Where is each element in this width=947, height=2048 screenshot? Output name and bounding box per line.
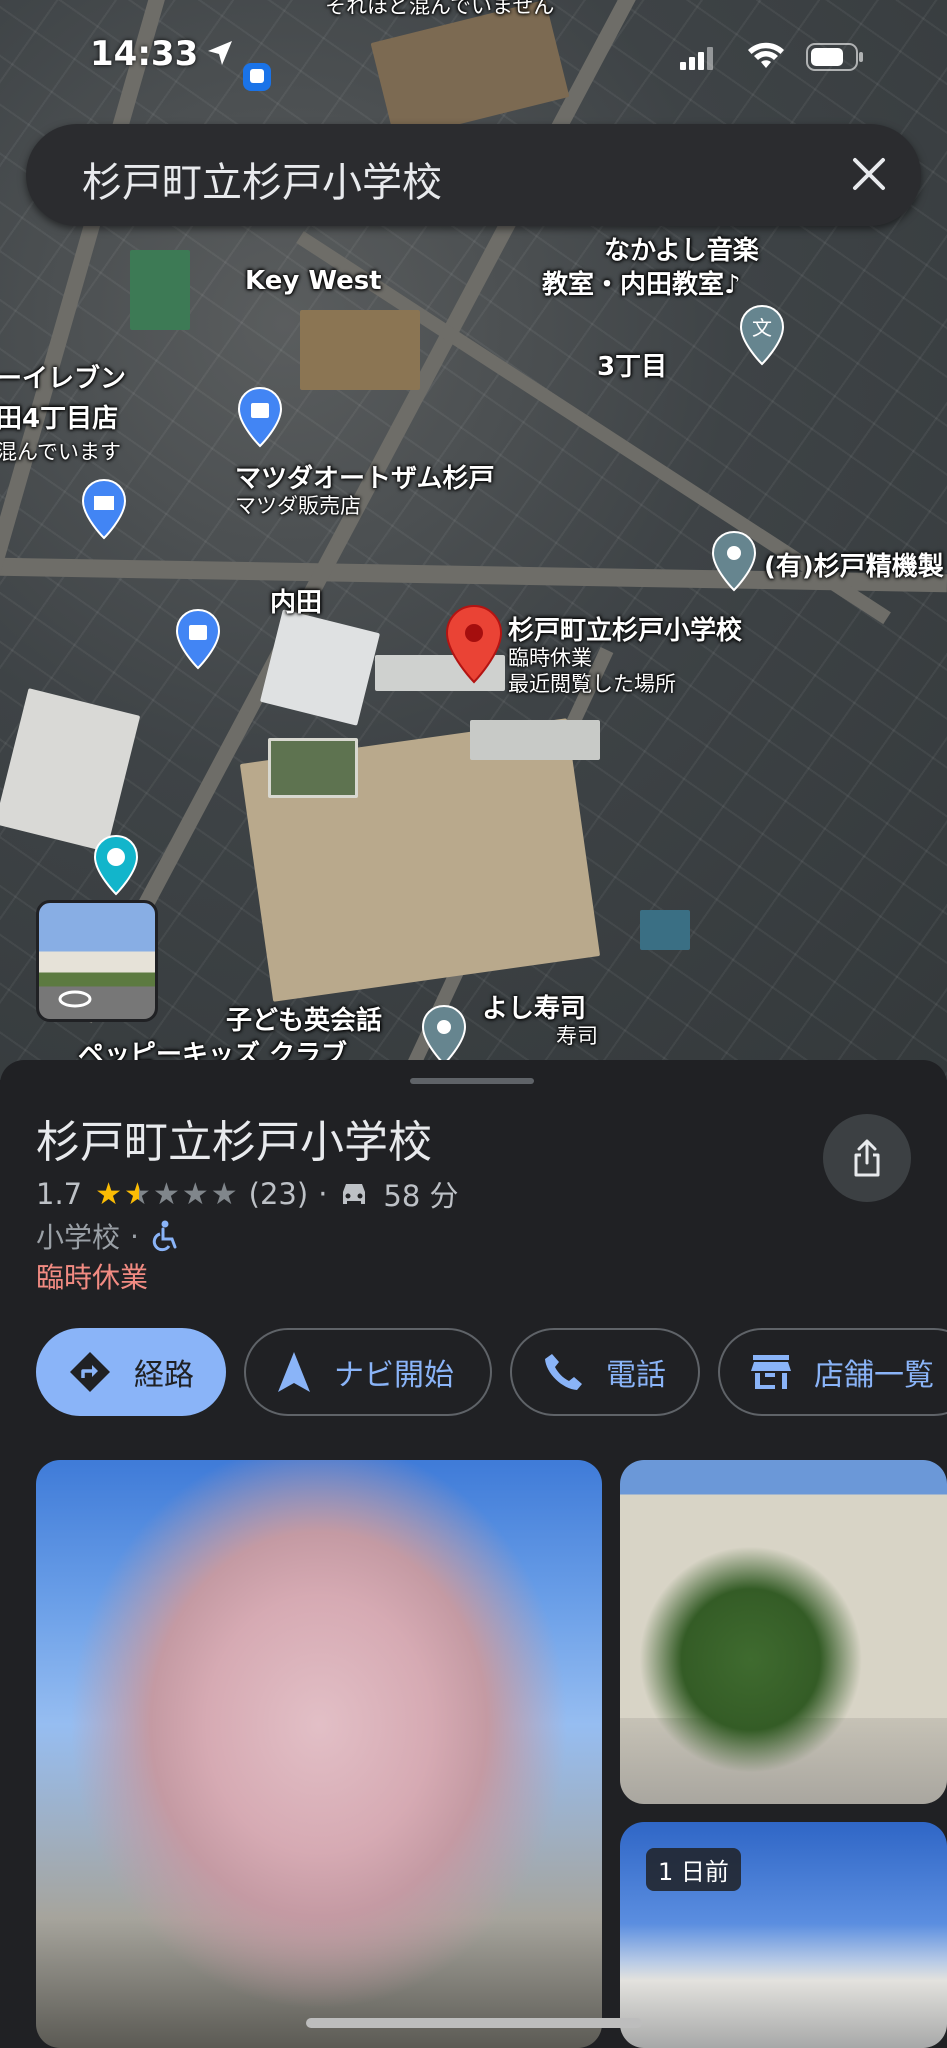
street-view-thumbnail[interactable]: [36, 900, 158, 1022]
separator-dot: ·: [318, 1177, 328, 1211]
selected-place-red-pin-icon[interactable]: [444, 604, 504, 684]
place-category: 小学校: [36, 1221, 121, 1254]
star-full-icon: ★: [95, 1176, 123, 1212]
call-button[interactable]: 電話: [510, 1328, 700, 1416]
map-label-seven-crowd: 混んでいます: [0, 440, 121, 464]
map-label-3chome: 3丁目: [597, 352, 668, 382]
map-label-music-school-line2[interactable]: 教室・内田教室♪: [542, 264, 741, 301]
shopping-pin-icon[interactable]: [174, 608, 222, 670]
photo-cherry-blossom-tree[interactable]: [36, 1460, 602, 2048]
phone-icon: [545, 1354, 582, 1390]
map-label-sushi-category: 寿司: [556, 1024, 598, 1048]
separator-dot: ·: [130, 1219, 139, 1253]
location-arrow-icon: [208, 41, 232, 65]
start-navigation-label: ナビ開始: [334, 1358, 454, 1393]
storefront-icon: [751, 1355, 791, 1389]
photo-school-building[interactable]: [620, 1460, 947, 1804]
map-label-kids-line1[interactable]: 子ども英会話: [226, 1000, 382, 1037]
search-query[interactable]: 杉戸町立杉戸小学校: [82, 150, 442, 208]
wifi-icon: [748, 42, 784, 68]
map-label-uchida: 内田: [270, 588, 323, 618]
status-time: 14:33: [90, 34, 199, 74]
place-details-sheet[interactable]: 杉戸町立杉戸小学校 1.7 ★ ★ ★ ★ ★ (23) · 58 分 小学校 …: [0, 1060, 947, 2048]
star-rating: ★ ★ ★ ★ ★: [94, 1177, 239, 1212]
store-list-label: 店舗一覧: [814, 1358, 934, 1393]
sheet-drag-handle[interactable]: [410, 1078, 534, 1084]
photo-street-view[interactable]: 1 日前: [620, 1822, 947, 2048]
place-title: 杉戸町立杉戸小学校: [36, 1117, 432, 1168]
art-pin-icon[interactable]: [92, 834, 140, 896]
bus-stop-icon: [243, 63, 271, 91]
status-bar: 14:33: [0, 0, 947, 110]
map-label-key-west[interactable]: Key West: [245, 266, 382, 296]
cellular-signal-icon: [680, 47, 713, 70]
rating-value: 1.7: [36, 1177, 83, 1211]
car-icon: [343, 1184, 366, 1204]
360-rotate-icon: [58, 990, 92, 1008]
call-label: 電話: [606, 1358, 666, 1393]
directions-button[interactable]: 経路: [36, 1328, 226, 1416]
business-pin-icon[interactable]: [710, 530, 758, 592]
map-label-matsuda-category: マツダ販売店: [235, 494, 361, 518]
map-label-seven-line1[interactable]: ーイレブン: [0, 358, 126, 395]
home-indicator[interactable]: [306, 2018, 642, 2028]
star-empty-icon: ★: [181, 1176, 209, 1212]
navigation-arrow-icon: [278, 1352, 310, 1392]
school-poi-pin-icon[interactable]: 文: [738, 304, 786, 366]
closed-status: 臨時休業: [36, 1261, 149, 1294]
star-partial-icon: ★: [124, 1176, 151, 1212]
share-button[interactable]: [823, 1114, 911, 1202]
star-empty-icon: ★: [210, 1176, 238, 1212]
wheelchair-accessible-icon: [152, 1220, 177, 1252]
battery-icon: [806, 43, 863, 71]
photo-gallery[interactable]: 1 日前: [36, 1460, 947, 2048]
map-label-school-recent: 最近閲覧した場所: [508, 672, 676, 696]
drive-time: 58 分: [383, 1179, 459, 1213]
star-empty-icon: ★: [152, 1176, 180, 1212]
search-bar[interactable]: 杉戸町立杉戸小学校: [26, 124, 921, 226]
close-icon[interactable]: [847, 152, 891, 196]
category-row: 小学校 ·: [36, 1214, 179, 1258]
directions-label: 経路: [134, 1358, 194, 1393]
share-icon: [854, 1139, 880, 1177]
store-list-button[interactable]: 店舗一覧: [718, 1328, 947, 1416]
review-count[interactable]: (23): [249, 1177, 309, 1211]
svg-text:文: 文: [752, 316, 772, 340]
map-label-seven-line2[interactable]: 田4丁目店: [0, 398, 118, 435]
business-pin-icon[interactable]: [420, 1004, 468, 1066]
map-label-music-school-line1[interactable]: なかよし音楽: [604, 230, 759, 267]
directions-icon: [70, 1352, 110, 1392]
rating-row[interactable]: 1.7 ★ ★ ★ ★ ★ (23) · 58 分: [36, 1174, 459, 1214]
photo-age-badge: 1 日前: [646, 1848, 741, 1891]
map-label-sugito-seiki[interactable]: (有)杉戸精機製: [764, 546, 944, 583]
start-navigation-button[interactable]: ナビ開始: [244, 1328, 492, 1416]
shopping-pin-icon[interactable]: [236, 386, 284, 448]
convenience-store-pin-icon[interactable]: [80, 478, 128, 540]
